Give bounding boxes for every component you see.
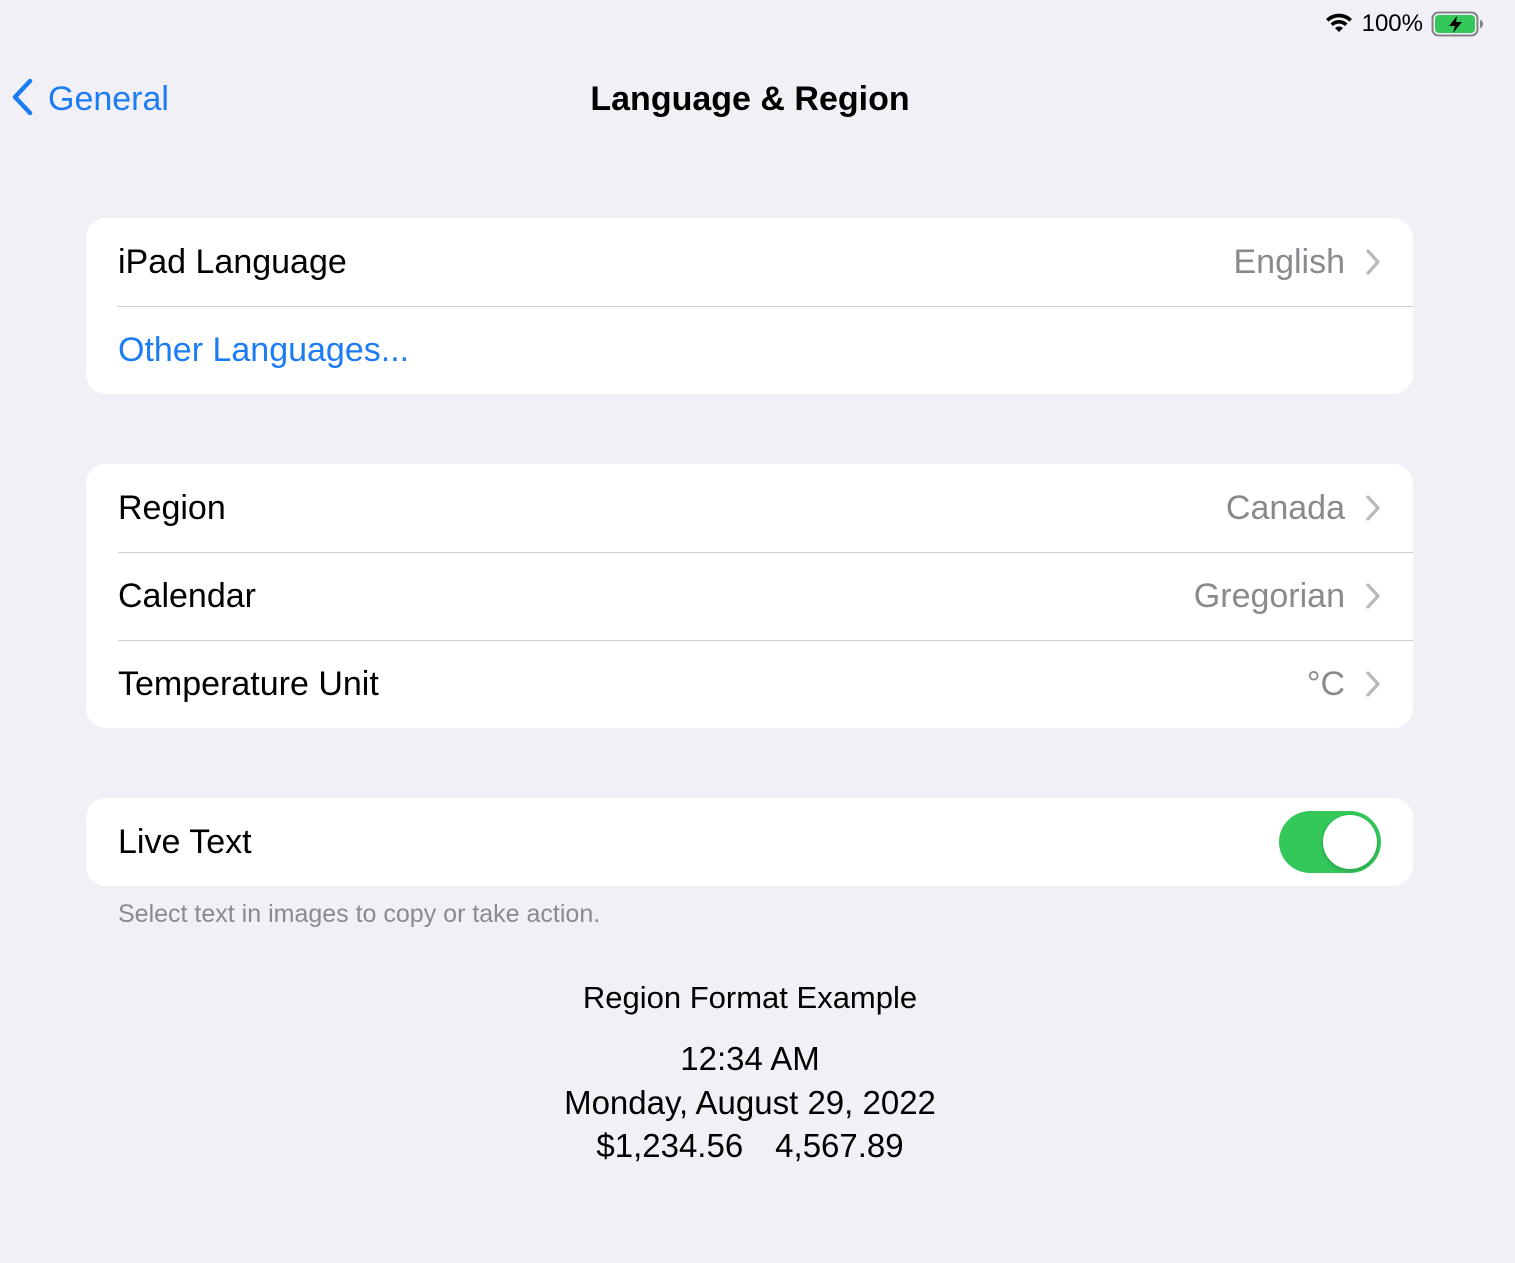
live-text-toggle[interactable] (1279, 811, 1381, 873)
ipad-language-label: iPad Language (118, 242, 347, 281)
ipad-language-value: English (1233, 242, 1345, 281)
live-text-row: Live Text (86, 798, 1413, 886)
live-text-label: Live Text (118, 822, 252, 861)
region-format-number: 4,567.89 (775, 1127, 904, 1164)
region-format-title: Region Format Example (582, 980, 918, 1015)
battery-charging-icon (1431, 11, 1485, 37)
wifi-icon (1324, 12, 1354, 36)
calendar-value: Gregorian (1193, 576, 1345, 615)
status-bar: 100% (1324, 8, 1485, 40)
chevron-right-icon (1365, 582, 1381, 610)
other-languages-row[interactable]: Other Languages... (86, 306, 1413, 394)
temperature-unit-row[interactable]: Temperature Unit °C (86, 640, 1413, 728)
toggle-knob (1323, 815, 1377, 869)
chevron-right-icon (1365, 248, 1381, 276)
region-format-currency: $1,234.56 (596, 1127, 744, 1164)
ipad-language-row[interactable]: iPad Language English (86, 218, 1413, 306)
temperature-unit-label: Temperature Unit (118, 664, 379, 703)
chevron-right-icon (1365, 494, 1381, 522)
page-title: Language & Region (590, 80, 910, 118)
live-text-footnote: Select text in images to copy or take ac… (118, 900, 601, 928)
language-group: iPad Language English Other Languages... (86, 218, 1413, 394)
chevron-right-icon (1365, 670, 1381, 698)
battery-percent: 100% (1361, 10, 1423, 37)
region-label: Region (118, 488, 226, 527)
region-row[interactable]: Region Canada (86, 464, 1413, 552)
region-group: Region Canada Calendar Gregorian Tempera… (86, 464, 1413, 728)
region-value: Canada (1225, 488, 1345, 527)
region-format-time: 12:34 AM (680, 1040, 820, 1077)
temperature-unit-value: °C (1306, 664, 1345, 703)
calendar-label: Calendar (118, 576, 256, 615)
live-text-group: Live Text (86, 798, 1413, 886)
region-format-numbers: $1,234.56 4,567.89 (0, 1127, 1500, 1165)
region-format-date: Monday, August 29, 2022 (564, 1084, 936, 1121)
calendar-row[interactable]: Calendar Gregorian (86, 552, 1413, 640)
other-languages-link[interactable]: Other Languages... (118, 331, 1381, 370)
